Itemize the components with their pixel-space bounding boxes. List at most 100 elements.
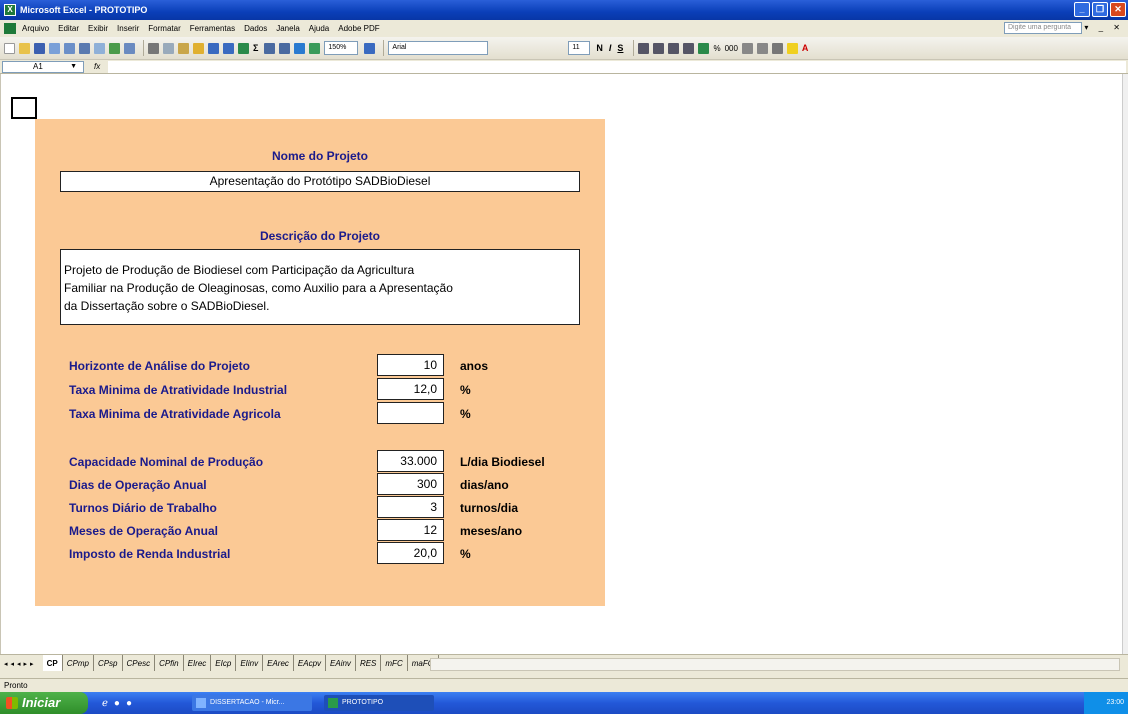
capacity-label: Capacidade Nominal de Produção <box>69 455 264 469</box>
autosum-icon[interactable]: Σ <box>253 43 258 53</box>
menu-exibir[interactable]: Exibir <box>88 24 108 33</box>
percent-button[interactable]: % <box>713 44 720 53</box>
project-name-cell[interactable]: Apresentação do Protótipo SADBioDiesel <box>60 171 580 192</box>
underline-button[interactable]: S <box>617 43 623 53</box>
minimize-button[interactable]: _ <box>1074 2 1090 17</box>
tab-scroll-buttons[interactable]: ◂◂◂▸▸ <box>4 660 37 668</box>
increase-decimal-icon[interactable] <box>741 42 753 54</box>
menu-janela[interactable]: Janela <box>276 24 300 33</box>
bold-button[interactable]: N <box>596 43 603 53</box>
workbook-icon[interactable] <box>4 23 16 34</box>
function-icon[interactable]: fx <box>94 62 100 71</box>
messenger-icon[interactable]: ● <box>126 698 132 709</box>
tab-eacpv[interactable]: EAcpv <box>294 655 327 671</box>
tab-res[interactable]: RES <box>356 655 382 671</box>
income-tax-value[interactable]: 20,0 <box>377 542 444 564</box>
tma-agricola-label: Taxa Minima de Atratividade Agricola <box>69 407 281 421</box>
browser-icon[interactable]: ℯ <box>102 698 108 709</box>
operation-days-value[interactable]: 300 <box>377 473 444 495</box>
help-question-input[interactable]: Digite uma pergunta <box>1004 22 1082 34</box>
menu-ferramentas[interactable]: Ferramentas <box>190 24 235 33</box>
vertical-scrollbar[interactable] <box>1122 74 1128 654</box>
chart-wizard-icon[interactable] <box>294 42 306 54</box>
tab-cpsp[interactable]: CPsp <box>94 655 123 671</box>
tma-industrial-value[interactable]: 12,0 <box>377 378 444 400</box>
decrease-decimal-icon[interactable] <box>756 42 768 54</box>
undo-icon[interactable] <box>208 42 219 54</box>
tab-mfc[interactable]: mFC <box>381 655 408 671</box>
tab-earec[interactable]: EArec <box>263 655 294 671</box>
hyperlink-icon[interactable] <box>238 42 249 54</box>
sort-ascending-icon[interactable] <box>264 42 276 54</box>
research-icon[interactable] <box>124 42 135 54</box>
print-preview-icon[interactable] <box>94 42 105 54</box>
workbook-window-controls[interactable]: ▾ _ ✕ <box>1084 23 1124 32</box>
name-box[interactable]: A1 ▼ <box>2 60 84 73</box>
close-button[interactable]: ✕ <box>1110 2 1126 17</box>
paste-icon[interactable] <box>178 42 189 54</box>
worksheet[interactable]: Nome do Projeto Apresentação do Protótip… <box>0 74 1128 654</box>
menu-adobe-pdf[interactable]: Adobe PDF <box>338 24 379 33</box>
tab-eicp[interactable]: EIcp <box>211 655 237 671</box>
sort-descending-icon[interactable] <box>279 42 291 54</box>
toolbar-separator <box>143 40 144 56</box>
align-right-icon[interactable] <box>668 42 680 54</box>
zoom-select[interactable]: 150% <box>324 41 359 55</box>
formula-input[interactable] <box>108 61 1126 73</box>
tab-eirec[interactable]: EIrec <box>184 655 212 671</box>
font-size-select[interactable]: 11 <box>568 41 591 55</box>
font-name-select[interactable]: Arial <box>388 41 489 55</box>
clock[interactable]: 23:00 <box>1106 699 1124 706</box>
save-icon[interactable] <box>34 42 45 54</box>
drawing-icon[interactable] <box>309 42 321 54</box>
align-center-icon[interactable] <box>653 42 665 54</box>
project-description-cell[interactable]: Projeto de Produção de Biodiesel com Par… <box>60 249 580 325</box>
format-painter-icon[interactable] <box>193 42 204 54</box>
menu-inserir[interactable]: Inserir <box>117 24 139 33</box>
chevron-down-icon[interactable]: ▼ <box>70 62 77 72</box>
restore-button[interactable]: ❐ <box>1092 2 1108 17</box>
currency-icon[interactable] <box>698 42 710 54</box>
help-icon[interactable] <box>364 42 376 54</box>
menu-formatar[interactable]: Formatar <box>148 24 180 33</box>
tab-cpmp[interactable]: CPmp <box>63 655 94 671</box>
font-color-icon[interactable]: A <box>802 43 809 53</box>
open-icon[interactable] <box>19 42 30 54</box>
tab-eiinv[interactable]: EIinv <box>236 655 264 671</box>
align-left-icon[interactable] <box>638 42 650 54</box>
thousands-button[interactable]: 000 <box>725 44 738 53</box>
cut-icon[interactable] <box>148 42 159 54</box>
merge-center-icon[interactable] <box>683 42 695 54</box>
menu-arquivo[interactable]: Arquivo <box>22 24 49 33</box>
menu-editar[interactable]: Editar <box>58 24 79 33</box>
redo-icon[interactable] <box>223 42 234 54</box>
copy-icon[interactable] <box>163 42 174 54</box>
taskbar-item-prototipo[interactable]: PROTOTIPO <box>324 695 435 711</box>
italic-button[interactable]: I <box>609 43 612 53</box>
permission-icon[interactable] <box>49 42 60 54</box>
email-icon[interactable] <box>64 42 75 54</box>
start-button[interactable]: Iniciar <box>0 692 88 714</box>
horizon-value[interactable]: 10 <box>377 354 444 376</box>
active-cell[interactable] <box>11 97 37 119</box>
status-bar: Pronto <box>0 678 1128 692</box>
print-icon[interactable] <box>79 42 90 54</box>
taskbar-item-dissertacao[interactable]: DISSERTACAO - Micr... <box>192 695 313 711</box>
tab-cp[interactable]: CP <box>42 655 63 671</box>
shifts-value[interactable]: 3 <box>377 496 444 518</box>
menu-dados[interactable]: Dados <box>244 24 267 33</box>
horizontal-scrollbar[interactable] <box>430 658 1120 671</box>
new-icon[interactable] <box>4 42 15 54</box>
capacity-value[interactable]: 33.000 <box>377 450 444 472</box>
spelling-icon[interactable] <box>109 42 120 54</box>
fill-color-icon[interactable] <box>786 42 798 54</box>
formula-bar: A1 ▼ fx <box>0 60 1128 74</box>
operation-months-value[interactable]: 12 <box>377 519 444 541</box>
tma-agricola-value[interactable] <box>377 402 444 424</box>
tab-eainv[interactable]: EAinv <box>326 655 356 671</box>
tab-cpesc[interactable]: CPesc <box>123 655 156 671</box>
menu-ajuda[interactable]: Ajuda <box>309 24 329 33</box>
media-icon[interactable]: ● <box>114 698 120 709</box>
tab-cpfin[interactable]: CPfin <box>155 655 184 671</box>
borders-icon[interactable] <box>771 42 783 54</box>
